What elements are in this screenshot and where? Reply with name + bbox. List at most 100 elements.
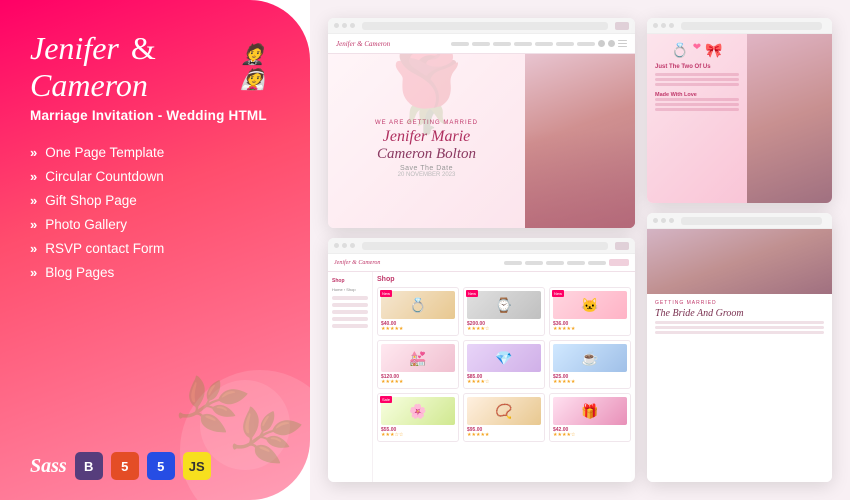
arrow-icon-4: »	[30, 217, 37, 232]
shop-nav-brand: Jenifer & Cameron	[334, 260, 380, 266]
feature-item-2: » Circular Countdown	[30, 169, 280, 184]
feature-item-6: » Blog Pages	[30, 265, 280, 280]
browser-bar-1	[328, 18, 635, 34]
arrow-icon-5: »	[30, 241, 37, 256]
feature-item-5: » RSVP contact Form	[30, 241, 280, 256]
features-list: » One Page Template » Circular Countdown…	[30, 145, 280, 289]
side-line-3	[655, 83, 739, 86]
browser-dot-5	[342, 243, 347, 248]
feature-item-4: » Photo Gallery	[30, 217, 280, 232]
feature-item-3: » Gift Shop Page	[30, 193, 280, 208]
gift-icon: 🐱	[581, 297, 598, 314]
hamburger-line-3	[618, 46, 627, 48]
ring-icons-area: 💍 ❤ 🎀	[655, 42, 739, 59]
browser-bar-4	[647, 213, 832, 229]
product-image-8: 📿	[467, 397, 541, 425]
side-top-text: 💍 ❤ 🎀 Just The Two Of Us Made With Love	[647, 34, 747, 203]
sidebar-filter-5	[332, 324, 368, 328]
shop-screen-browser: Jenifer & Cameron Shop Home › Shop	[328, 238, 635, 482]
couple-icon: 🤵👰	[241, 42, 280, 92]
browser-dot-2	[342, 23, 347, 28]
main-screens-column: Jenifer & Cameron	[328, 18, 635, 482]
shop-sidebar: Shop Home › Shop	[328, 272, 373, 482]
shop-nav: Jenifer & Cameron	[328, 254, 635, 272]
product-image-6: ☕	[553, 344, 627, 372]
shop-page-title: Shop	[377, 276, 631, 283]
browser-dot-1	[334, 23, 339, 28]
browser-bar-2	[328, 238, 635, 254]
rose-decoration: 🌹	[377, 54, 477, 138]
product-card-8: 📿 $95.00 ★★★★★	[463, 393, 545, 442]
html5-badge: 5	[111, 452, 139, 480]
screens-container: Jenifer & Cameron	[328, 18, 832, 482]
heart-divider: ❤	[693, 42, 701, 59]
wedding-date: 20 NOVEMBER 2023	[398, 172, 456, 178]
hero-text-area: 🌹 We Are Getting Married Jenifer Marie C…	[328, 54, 525, 228]
wedding-screen-content: Jenifer & Cameron	[328, 34, 635, 228]
side-bottom-hero	[647, 229, 832, 294]
css3-badge: 5	[147, 452, 175, 480]
browser-dot-3	[350, 23, 355, 28]
hamburger-line-1	[618, 40, 627, 42]
sidebar-title: Shop	[332, 278, 368, 284]
nav-search-icon	[598, 40, 605, 47]
wedding-hero: 🌹 We Are Getting Married Jenifer Marie C…	[328, 54, 635, 228]
side-top-title1: Just The Two Of Us	[655, 64, 739, 70]
box-icon: 🎁	[581, 403, 598, 420]
nav-user-icon	[608, 40, 615, 47]
sidebar-breadcrumb: Home › Shop	[332, 287, 368, 292]
product-card-7: Sale 🌸 $55.00 ★★★☆☆	[377, 393, 459, 442]
browser-dot-10	[653, 218, 658, 223]
shop-nav-item-1	[504, 261, 522, 265]
side-bottom-text: GETTING MARRIED The Bride And Groom	[647, 294, 832, 342]
product-image-1: 💍	[381, 291, 455, 319]
getting-married-badge: GETTING MARRIED	[655, 300, 824, 306]
save-date-text: Save The Date	[400, 165, 453, 172]
wedding-nav: Jenifer & Cameron	[328, 34, 635, 54]
browser-dot-9	[669, 23, 674, 28]
ampersand: &	[131, 30, 156, 66]
sidebar-filter-1	[332, 296, 368, 300]
product-stars-2: ★★★★☆	[467, 327, 541, 332]
feature-item-1: » One Page Template	[30, 145, 280, 160]
bootstrap-badge: B	[75, 452, 103, 480]
arrow-icon-3: »	[30, 193, 37, 208]
sidebar-filter-2	[332, 303, 368, 307]
side-bottom-content: GETTING MARRIED The Bride And Groom	[647, 229, 832, 482]
product-stars-5: ★★★★☆	[467, 380, 541, 385]
watch-icon: ⌚	[495, 297, 512, 314]
product-stars-4: ★★★★★	[381, 380, 455, 385]
outdoor-couple-photo	[647, 229, 832, 294]
side-line-4	[655, 98, 739, 101]
browser-url-1	[362, 22, 608, 30]
hero-name2: Cameron Bolton	[377, 146, 476, 163]
sass-badge: Sass	[30, 455, 67, 478]
product-stars-9: ★★★★☆	[553, 433, 627, 438]
side-top-browser: 💍 ❤ 🎀 Just The Two Of Us Made With Love	[647, 18, 832, 203]
browser-icon-area-2	[615, 242, 629, 250]
shop-nav-item-2	[525, 261, 543, 265]
browser-url-3	[681, 22, 822, 30]
browser-dot-12	[669, 218, 674, 223]
bracelet-icon: 📿	[495, 403, 512, 420]
shop-main: Shop New 💍 $40.00 ★★★★★	[373, 272, 635, 482]
ring-icon-left: 💍	[671, 42, 688, 59]
subtitle: Marriage Invitation - Wedding HTML	[30, 108, 280, 123]
product-image-4: 💒	[381, 344, 455, 372]
brand-title: Jenifer & Cameron 🤵👰	[30, 30, 280, 104]
product-card-2: New ⌚ $200.00 ★★★★☆	[463, 287, 545, 336]
js-badge: JS	[183, 452, 211, 480]
browser-url-4	[681, 217, 822, 225]
shop-nav-items	[504, 259, 629, 266]
nav-item-4	[514, 42, 532, 46]
product-card-6: ☕ $25.00 ★★★★★	[549, 340, 631, 389]
nav-item-1	[451, 42, 469, 46]
sidebar-filter-3	[332, 310, 368, 314]
nav-item-5	[535, 42, 553, 46]
side-line-5	[655, 103, 739, 106]
product-stars-3: ★★★★★	[553, 327, 627, 332]
shop-nav-item-4	[567, 261, 585, 265]
product-image-9: 🎁	[553, 397, 627, 425]
jewelry-icon: 💍	[409, 297, 426, 314]
product-image-2: ⌚	[467, 291, 541, 319]
